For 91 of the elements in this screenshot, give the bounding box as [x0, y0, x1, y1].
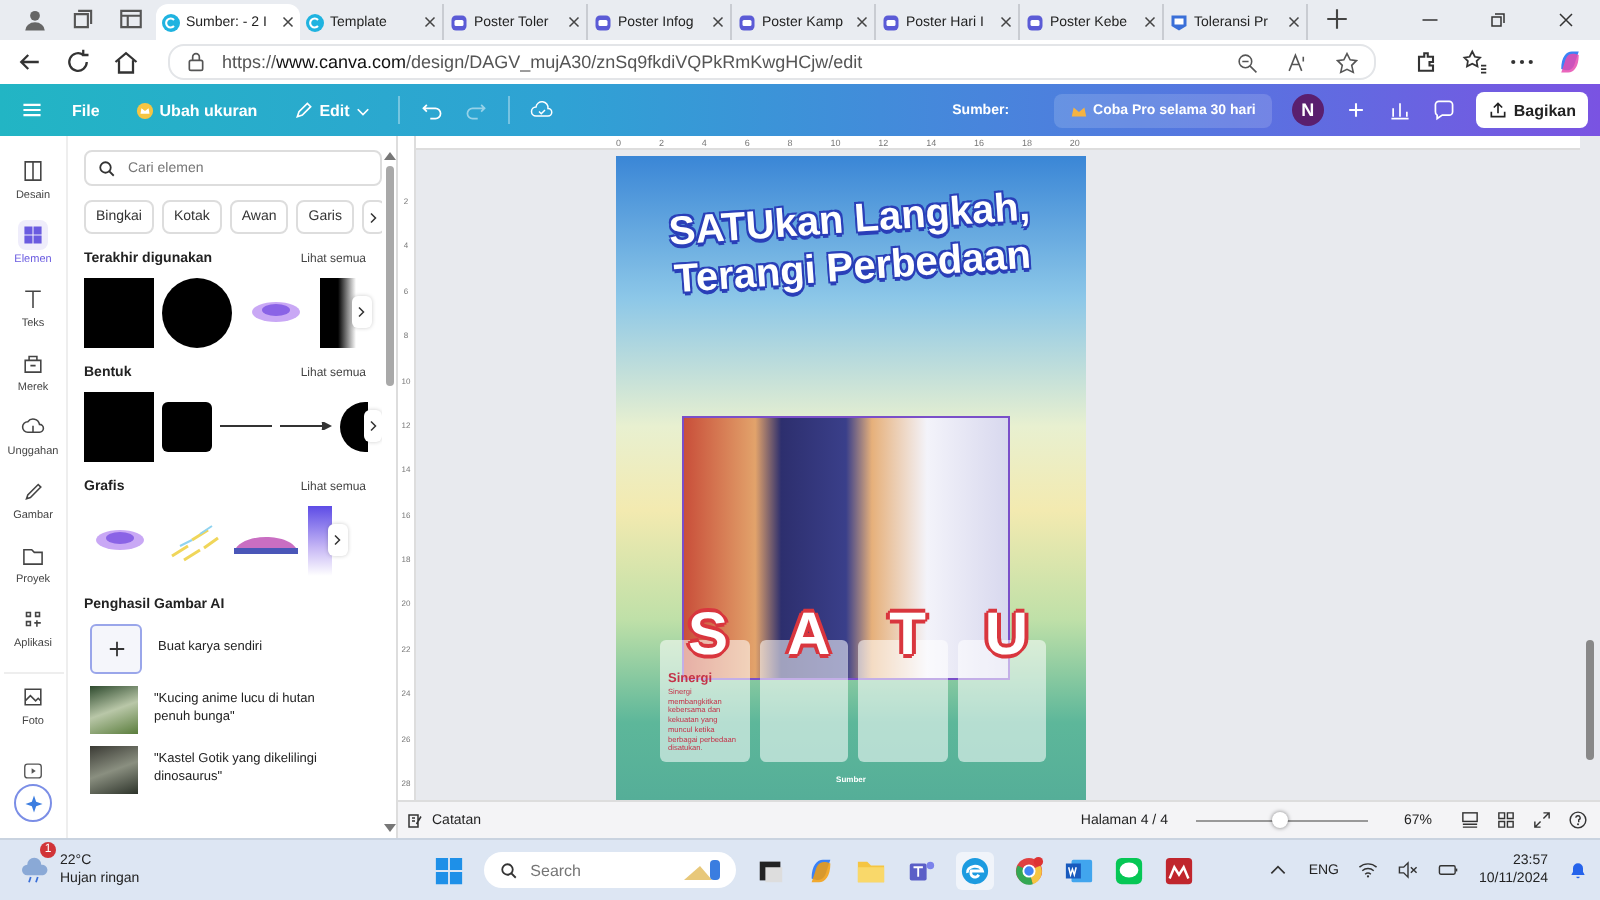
- sidebar-icon: [18, 156, 48, 186]
- zoom-slider[interactable]: [1195, 812, 1368, 828]
- fullscreen-icon[interactable]: [1532, 810, 1552, 830]
- caret-icon: [355, 103, 370, 117]
- close-icon[interactable]: [282, 16, 294, 28]
- sidebar-icon: [18, 682, 48, 712]
- taskbar-search[interactable]: Search: [530, 861, 669, 879]
- magic-button[interactable]: [14, 784, 52, 822]
- scrollbar-thumb[interactable]: [385, 166, 393, 386]
- next-button[interactable]: [364, 410, 382, 442]
- scroll-up-icon[interactable]: [383, 152, 395, 160]
- cloud-saved-icon[interactable]: [529, 98, 554, 122]
- crown-icon: [135, 101, 154, 119]
- address-bar[interactable]: https://www.canva.com/design/DAGV_mujA30/znSq9fkdiVQPkRmKwgHCjw/edit: [168, 44, 1376, 80]
- document-icon: [450, 13, 468, 31]
- close-icon[interactable]: [1554, 8, 1578, 32]
- search-icon: [98, 159, 116, 177]
- circle-shape[interactable]: [162, 277, 232, 347]
- gradient-rectangle[interactable]: [320, 277, 356, 347]
- close-icon[interactable]: [1288, 16, 1300, 28]
- circle-logo-icon: [306, 13, 324, 31]
- scroll-down-icon[interactable]: [383, 824, 395, 832]
- battery-icon[interactable]: [1438, 860, 1459, 880]
- search-highlight-icon: [680, 856, 725, 884]
- image-placeholder[interactable]: [90, 686, 138, 734]
- zoom-icon[interactable]: [1236, 51, 1258, 73]
- pencil-icon: [293, 100, 314, 120]
- close-icon[interactable]: [424, 16, 436, 28]
- video-icon[interactable]: [22, 760, 44, 782]
- scrollbar-thumb[interactable]: [1586, 640, 1594, 760]
- poster-letter[interactable]: A: [786, 604, 831, 668]
- bar-chart-icon[interactable]: [1387, 98, 1412, 122]
- restore-icon[interactable]: [1486, 8, 1510, 32]
- bell-icon[interactable]: [1568, 860, 1588, 880]
- volume-muted-icon[interactable]: [1398, 860, 1419, 880]
- document-icon: [738, 13, 756, 31]
- rounded-square-shape[interactable]: [162, 401, 212, 451]
- line-shape[interactable]: [220, 422, 272, 430]
- shield-icon: [1170, 13, 1188, 31]
- start-icon[interactable]: [434, 855, 465, 885]
- document-icon: [1026, 13, 1044, 31]
- back-icon[interactable]: [16, 48, 44, 76]
- app-icon[interactable]: [1164, 855, 1195, 885]
- document-icon[interactable]: [1064, 855, 1095, 885]
- profile-icon[interactable]: [22, 6, 48, 32]
- upload-icon: [1487, 100, 1508, 120]
- close-icon[interactable]: [568, 16, 580, 28]
- favorites-icon[interactable]: [1460, 48, 1488, 76]
- chevron-right-icon: [332, 534, 344, 546]
- chevron-right-icon: [356, 306, 368, 318]
- close-icon[interactable]: [1000, 16, 1012, 28]
- close-icon[interactable]: [856, 16, 868, 28]
- next-button[interactable]: [352, 296, 372, 328]
- copilot-icon[interactable]: [1556, 48, 1584, 76]
- browser-icon[interactable]: [956, 851, 995, 889]
- undo-icon[interactable]: [419, 98, 444, 122]
- workspaces-icon[interactable]: [70, 6, 96, 32]
- document-icon: [594, 13, 612, 31]
- user-avatar[interactable]: N: [1291, 94, 1324, 126]
- site-info-icon[interactable]: [186, 52, 206, 72]
- search-box[interactable]: Search: [484, 852, 737, 888]
- close-icon[interactable]: [1144, 16, 1156, 28]
- chevron-right-icon: [368, 211, 380, 223]
- tab-actions-icon[interactable]: [118, 6, 144, 32]
- comment-icon[interactable]: [1431, 98, 1456, 122]
- share-button[interactable]: Bagikan: [1475, 92, 1588, 128]
- star-icon[interactable]: [1336, 51, 1358, 73]
- chevron-right-icon: [367, 420, 379, 432]
- circle-logo-icon: [162, 13, 180, 31]
- extensions-icon[interactable]: [1412, 48, 1440, 76]
- home-icon[interactable]: [112, 48, 140, 76]
- sidebar-icon: [18, 220, 48, 250]
- close-icon[interactable]: [712, 16, 724, 28]
- reload-icon[interactable]: [64, 48, 92, 76]
- grid-view-icon[interactable]: [1496, 810, 1516, 830]
- plus-icon: [107, 640, 125, 658]
- new-tab-icon[interactable]: [1324, 6, 1350, 32]
- document-icon: [882, 13, 900, 31]
- arrow-shape[interactable]: [280, 422, 332, 430]
- add-icon[interactable]: [1343, 98, 1368, 122]
- image-placeholder[interactable]: [90, 746, 138, 794]
- search-icon: [500, 861, 519, 879]
- sparkle-icon: [23, 793, 43, 813]
- page-view-icon[interactable]: [1460, 810, 1480, 830]
- help-icon[interactable]: [1568, 810, 1588, 830]
- rain-cloud-icon[interactable]: [20, 856, 52, 884]
- browser-icon[interactable]: [1014, 855, 1045, 885]
- notes-icon: [406, 811, 424, 829]
- next-button[interactable]: [328, 524, 348, 556]
- read-aloud-icon[interactable]: [1286, 51, 1308, 73]
- wifi-icon[interactable]: [1358, 860, 1379, 880]
